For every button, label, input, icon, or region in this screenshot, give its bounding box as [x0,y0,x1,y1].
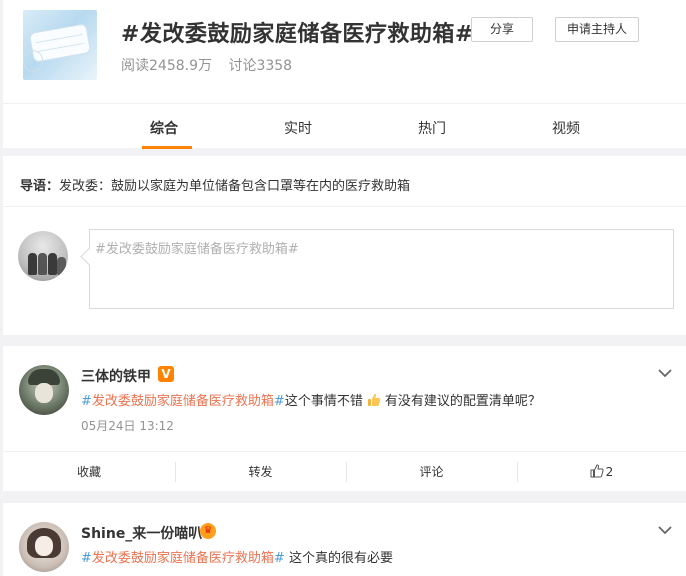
apply-host-button[interactable]: 申请主持人 [555,17,639,42]
intro-text: 发改委：鼓励以家庭为单位储备包含口罩等在内的医疗救助箱 [59,179,411,194]
post-actions: 收藏 转发 评论 2 [3,451,686,491]
chevron-down-icon[interactable] [656,521,674,539]
compose-input[interactable]: #发改委鼓励家庭储备医疗救助箱# [95,238,299,257]
crown-badge-icon: ♛ [200,523,216,539]
tab-hot[interactable]: 热门 [418,118,446,138]
like-count: 2 [605,465,614,479]
post-text: #发改委鼓励家庭储备医疗救助箱# 这个真的很有必要 [81,551,393,566]
tab-comprehensive[interactable]: 综合 [150,118,178,138]
username[interactable]: 三体的铁甲 [81,366,151,386]
hashtag-link[interactable]: 发改委鼓励家庭储备医疗救助箱 [92,394,274,409]
tab-video[interactable]: 视频 [552,118,580,138]
hashtag-link[interactable]: 发改委鼓励家庭储备医疗救助箱 [92,551,274,566]
topic-intro: 导语：发改委：鼓励以家庭为单位储备包含口罩等在内的医疗救助箱 [20,175,410,194]
thumbs-up-icon [590,464,604,478]
favorite-button[interactable]: 收藏 [3,452,175,492]
topic-title: #发改委鼓励家庭储备医疗救助箱# [121,22,474,47]
tab-realtime[interactable]: 实时 [284,118,312,138]
divider [3,206,686,207]
discussion-count: 讨论3358 [228,58,293,74]
current-user-avatar[interactable] [18,231,68,281]
tab-bar: 综合 实时 热门 视频 [3,103,686,149]
intro-prefix: 导语： [20,179,60,194]
repost-button[interactable]: 转发 [175,452,346,492]
username[interactable]: Shine_来一份喵叭 [81,523,202,543]
topic-stats: 阅读2458.9万 讨论3358 [121,55,292,75]
post-text: #发改委鼓励家庭储备医疗救助箱#这个事情不错 有没有建议的配置清单呢？ [81,393,541,409]
post-timestamp[interactable]: 05月24日 13:12 [81,417,174,434]
active-tab-indicator [142,146,192,149]
read-count: 阅读2458.9万 [121,58,212,74]
comment-button[interactable]: 评论 [346,452,517,492]
post-card: 三体的铁甲 V #发改委鼓励家庭储备医疗救助箱#这个事情不错 有没有建议的配置清… [3,346,686,491]
verified-badge-icon: V [158,366,174,382]
thumbs-up-emoji-icon [367,393,381,406]
chevron-down-icon[interactable] [656,364,674,382]
topic-thumbnail [23,10,97,80]
compose-box[interactable]: #发改委鼓励家庭储备医疗救助箱# [89,229,674,309]
like-button[interactable]: 2 [517,452,686,492]
share-button[interactable]: 分享 [471,17,533,42]
post-card: Shine_来一份喵叭 ♛ #发改委鼓励家庭储备医疗救助箱# 这个真的很有必要 [3,503,686,576]
user-avatar[interactable] [19,365,69,415]
topic-header: #发改委鼓励家庭储备医疗救助箱# 阅读2458.9万 讨论3358 分享 申请主… [3,0,686,149]
user-avatar[interactable] [19,522,69,572]
